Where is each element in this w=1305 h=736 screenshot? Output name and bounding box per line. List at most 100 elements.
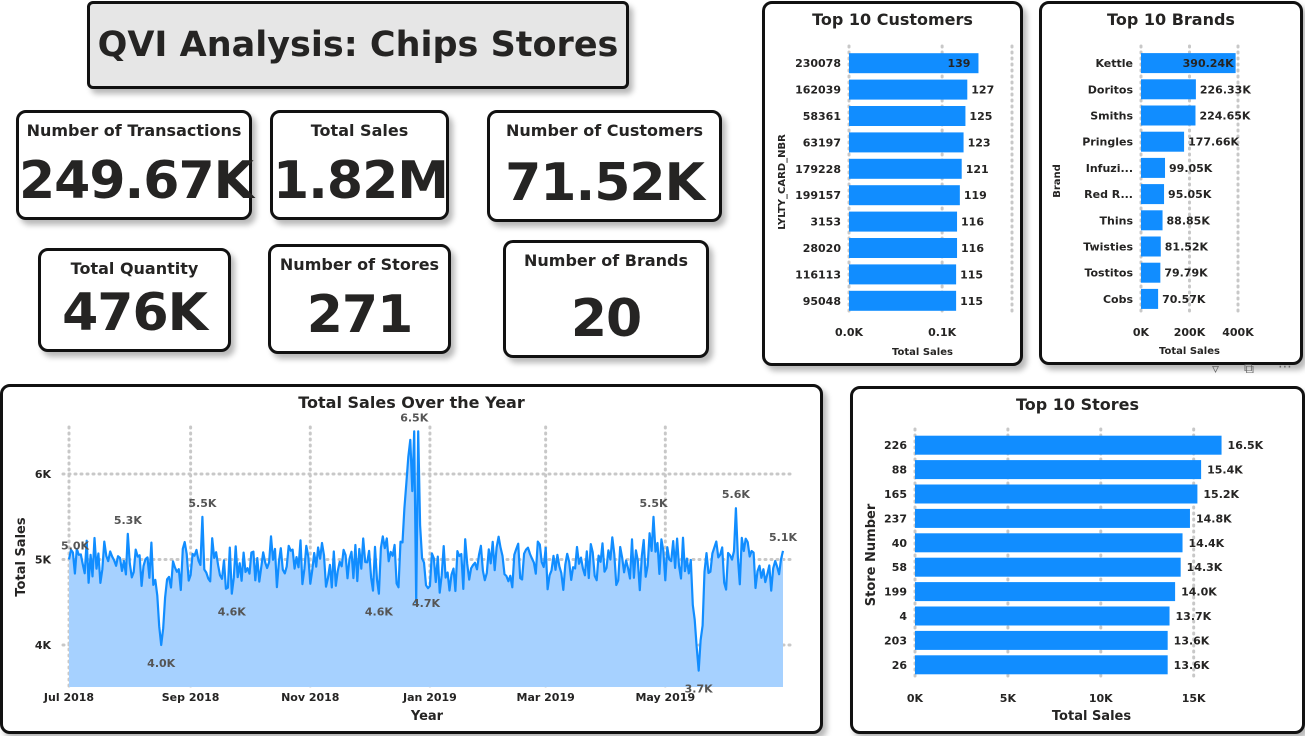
- bar: [1141, 184, 1165, 205]
- y-tick-label: 4K: [35, 639, 52, 652]
- data-label: 15.2K: [1203, 488, 1239, 501]
- bar: [849, 211, 958, 232]
- top-stores-chart: 226 16.5K 88 15.4K 165 15.2K 237 14.8K 40 14.4K 58…: [864, 427, 1264, 724]
- category-label: Pringles: [1082, 136, 1133, 149]
- data-label: 14.8K: [1196, 512, 1232, 525]
- bar: [849, 185, 960, 206]
- bar: [915, 582, 1176, 602]
- filter-icon[interactable]: ▿: [1212, 361, 1219, 377]
- bar: [1141, 131, 1185, 152]
- category-label: 40: [892, 537, 908, 550]
- x-tick-label: Mar 2019: [517, 691, 575, 704]
- kpi-card-quantity[interactable]: Total Quantity 476K: [38, 248, 231, 352]
- kpi-value: 20: [570, 289, 642, 349]
- kpi-card-customers[interactable]: Number of Customers 71.52K: [487, 110, 722, 222]
- kpi-label: Total Sales: [310, 121, 409, 140]
- kpi-card-transactions[interactable]: Number of Transactions 249.67K: [16, 110, 254, 220]
- x-axis-title: Year: [410, 709, 444, 724]
- bar: [915, 460, 1202, 480]
- kpi-label: Number of Transactions: [26, 121, 242, 140]
- top-stores-visual[interactable]: Top 10 Stores 226 16.5K 88 15.4K 165 15.2K 237…: [850, 386, 1305, 734]
- data-label: 79.79K: [1164, 267, 1208, 280]
- category-label: 4: [899, 610, 907, 623]
- data-label: 115: [960, 295, 983, 308]
- data-label: 121: [966, 163, 989, 176]
- x-axis-title: Total Sales: [1159, 346, 1220, 357]
- data-label: 4.6K: [365, 606, 393, 619]
- data-label: 226.33K: [1200, 83, 1251, 96]
- focus-mode-icon[interactable]: ⧉: [1244, 361, 1254, 377]
- data-label: 13.7K: [1176, 610, 1212, 623]
- bar: [915, 484, 1198, 504]
- x-tick-label: Sep 2018: [162, 691, 220, 704]
- data-label: 116: [961, 242, 984, 255]
- data-label: 6.5K: [400, 411, 428, 424]
- data-label: 14.3K: [1187, 561, 1223, 574]
- bar: [849, 264, 957, 285]
- data-label: 95.05K: [1168, 188, 1212, 201]
- y-tick-label: 5K: [35, 554, 52, 567]
- x-tick-label: 0.0K: [835, 326, 863, 339]
- top-customers-visual[interactable]: Top 10 Customers 230078 139 162039 127 58361…: [762, 1, 1023, 366]
- data-label: 5.0K: [61, 540, 89, 553]
- data-label: 116: [961, 216, 984, 229]
- data-label: 5.1K: [769, 531, 797, 544]
- category-label: 58361: [803, 110, 841, 123]
- bar: [915, 557, 1181, 577]
- category-label: Cobs: [1103, 293, 1134, 306]
- data-label: 127: [971, 84, 994, 97]
- top-brands-visual[interactable]: Top 10 Brands Kettle 390.24K Doritos 226.33…: [1039, 1, 1303, 365]
- bar: [849, 79, 968, 100]
- kpi-card-brands[interactable]: Number of Brands 20: [503, 240, 709, 358]
- data-label: 139: [947, 57, 970, 70]
- x-tick-label: 5K: [1000, 692, 1017, 705]
- category-label: 3153: [810, 216, 841, 229]
- data-label: 81.52K: [1165, 241, 1209, 254]
- kpi-card-stores[interactable]: Number of Stores 271: [268, 244, 451, 354]
- x-axis-title: Total Sales: [1052, 709, 1131, 724]
- x-tick-label: 10K: [1089, 692, 1113, 705]
- data-label: 4.0K: [147, 657, 175, 670]
- bar: [915, 533, 1183, 553]
- data-label: 3.7K: [685, 683, 713, 696]
- y-axis-title: Brand: [1052, 164, 1063, 198]
- data-label: 224.65K: [1199, 110, 1250, 123]
- bar: [915, 630, 1168, 650]
- data-label: 4.7K: [412, 597, 440, 610]
- bar: [849, 132, 964, 153]
- dashboard-title-card: QVI Analysis: Chips Stores: [87, 1, 629, 89]
- data-label: 5.6K: [722, 488, 750, 501]
- data-label: 119: [964, 189, 987, 202]
- bar: [915, 435, 1222, 455]
- visual-header-icons: ▿ ⧉ ⋯: [1208, 359, 1303, 381]
- x-tick-label: Nov 2018: [281, 691, 339, 704]
- category-label: Twisties: [1083, 241, 1133, 254]
- sales-over-year-visual[interactable]: Total Sales Over the Year 4K 5K 6K Jul 2018…: [0, 384, 823, 734]
- kpi-value: 1.82M: [273, 151, 449, 211]
- kpi-card-total-sales[interactable]: Total Sales 1.82M: [270, 110, 449, 220]
- more-options-icon[interactable]: ⋯: [1278, 359, 1292, 375]
- sales-line-chart: 4K 5K 6K Jul 2018 Sep 2018 Nov 2018 Jan 2019 Ma…: [14, 411, 797, 724]
- data-label: 125: [969, 110, 992, 123]
- category-label: Kettle: [1095, 57, 1133, 70]
- data-label: 16.5K: [1228, 439, 1264, 452]
- category-label: Thins: [1100, 214, 1134, 227]
- category-label: Tostitos: [1084, 267, 1133, 280]
- y-axis-title: Store Number: [864, 503, 879, 606]
- data-label: 14.4K: [1189, 537, 1225, 550]
- kpi-label: Number of Stores: [279, 255, 440, 274]
- kpi-value: 476K: [62, 283, 208, 343]
- bar: [849, 238, 958, 258]
- data-label: 5.5K: [188, 497, 216, 510]
- y-axis-title: LYLTY_CARD_NBR: [777, 134, 788, 230]
- bar: [915, 508, 1190, 528]
- data-label: 123: [968, 136, 991, 149]
- category-label: 237: [884, 512, 907, 525]
- category-label: 165: [884, 488, 907, 501]
- category-label: 203: [884, 634, 907, 647]
- category-label: 28020: [803, 242, 842, 255]
- category-label: 95048: [803, 295, 841, 308]
- bar: [1141, 288, 1159, 309]
- bar: [1141, 105, 1196, 126]
- data-label: 13.6K: [1174, 659, 1210, 672]
